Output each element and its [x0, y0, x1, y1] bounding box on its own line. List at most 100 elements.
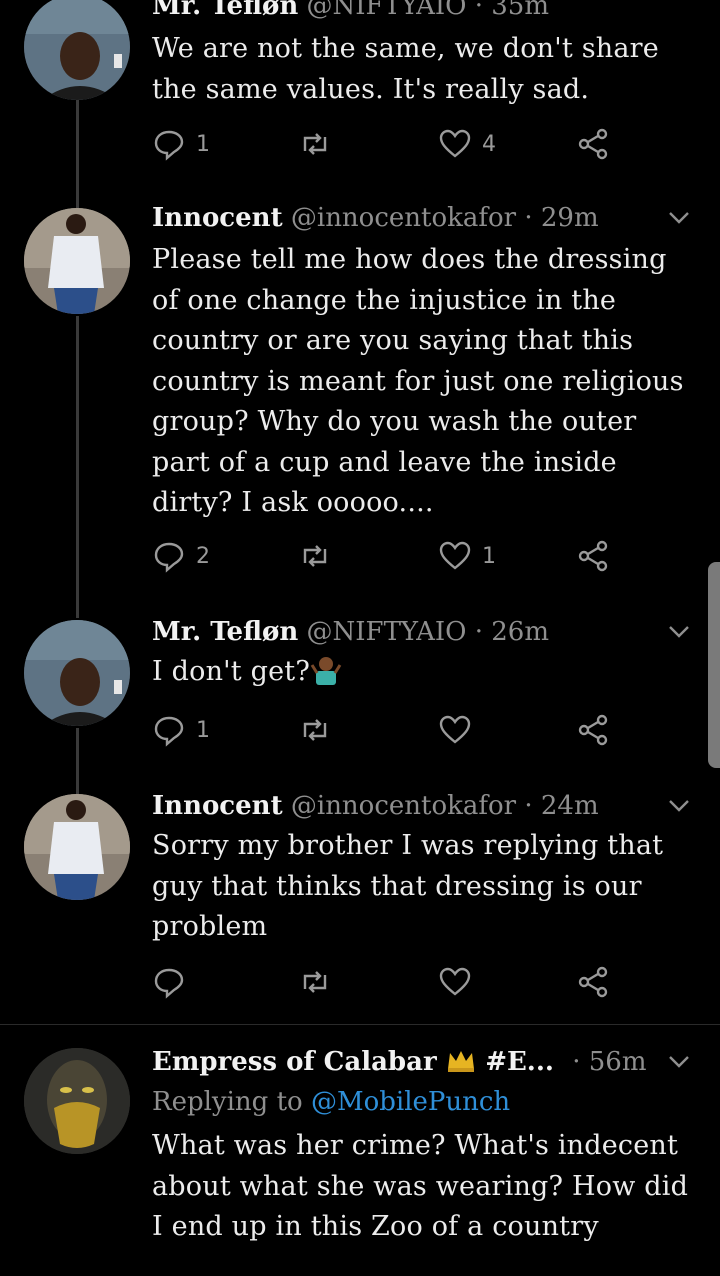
timestamp[interactable]: 35m	[491, 0, 549, 21]
more-options-button[interactable]	[666, 618, 692, 644]
reply-count: 1	[196, 131, 210, 157]
user-handle[interactable]: @innocentokafor	[291, 791, 516, 821]
mention-link[interactable]: @MobilePunch	[311, 1087, 510, 1117]
display-name[interactable]: Mr. Tefløn	[152, 0, 298, 21]
crown-emoji-icon	[447, 1051, 474, 1072]
avatar[interactable]	[24, 208, 130, 314]
heart-icon	[439, 541, 471, 570]
chevron-down-icon	[669, 212, 689, 224]
tweet-text-row: I don't get?	[152, 652, 692, 693]
chevron-down-icon	[669, 800, 689, 812]
tweet-divider	[0, 1024, 720, 1025]
more-options-button[interactable]	[666, 792, 692, 818]
reply-icon	[154, 716, 184, 747]
share-button[interactable]	[576, 962, 610, 1002]
reply-button[interactable]: 2	[152, 536, 210, 576]
more-options-button[interactable]	[666, 1048, 692, 1074]
tweet-header: Innocent @innocentokafor · 24m	[152, 788, 692, 824]
reply-button[interactable]: 1	[152, 124, 210, 164]
retweet-button[interactable]	[298, 710, 332, 750]
retweet-button[interactable]	[298, 962, 332, 1002]
avatar-masked-face-photo	[24, 1048, 130, 1154]
tweet-actions: 2 1	[152, 536, 622, 576]
reply-count: 2	[196, 543, 210, 569]
heart-icon	[439, 715, 471, 744]
reply-button[interactable]	[152, 962, 186, 1002]
retweet-icon	[303, 133, 327, 155]
display-name[interactable]: Innocent	[152, 203, 283, 233]
timestamp[interactable]: 29m	[541, 203, 599, 233]
tweet-text: What was her crime? What's indecent abou…	[152, 1130, 689, 1242]
retweet-button[interactable]	[298, 124, 342, 164]
tweet-text: Sorry my brother I was replying that guy…	[152, 830, 664, 942]
tweet[interactable]: Innocent @innocentokafor · 24m Sorry my …	[0, 788, 720, 1018]
display-name[interactable]: Mr. Tefløn	[152, 617, 298, 647]
avatar-man-photo	[24, 620, 130, 726]
tweet[interactable]: Innocent @innocentokafor · 29m Please te…	[0, 200, 720, 590]
display-name-suffix[interactable]: #E...	[485, 1047, 554, 1077]
display-name[interactable]: Empress of Calabar	[152, 1047, 437, 1077]
replying-to-line: Replying to @MobilePunch	[152, 1082, 692, 1122]
tweet-text: We are not the same, we don't share the …	[152, 33, 659, 105]
replying-to-label: Replying to	[152, 1087, 303, 1117]
like-button[interactable]	[438, 962, 472, 1002]
chevron-down-icon	[669, 1056, 689, 1068]
timestamp[interactable]: 56m	[589, 1047, 647, 1077]
share-button[interactable]	[576, 124, 610, 164]
tweet-header: Mr. Tefløn @NIFTYAIO · 35m	[152, 0, 692, 24]
retweet-icon	[303, 971, 327, 993]
avatar[interactable]	[24, 0, 130, 100]
avatar-man-standing-photo	[24, 208, 130, 314]
like-count: 1	[482, 543, 496, 569]
share-icon	[578, 966, 608, 998]
more-options-button[interactable]	[666, 204, 692, 230]
tweet-header: Mr. Tefløn @NIFTYAIO · 26m	[152, 614, 692, 650]
tweet[interactable]: Empress of Calabar #E... · 56m Replying …	[0, 1044, 720, 1276]
avatar-man-photo	[24, 0, 130, 100]
avatar[interactable]	[24, 794, 130, 900]
heart-icon	[439, 967, 471, 996]
share-icon	[578, 540, 608, 572]
timestamp[interactable]: 26m	[491, 617, 549, 647]
retweet-icon	[303, 545, 327, 567]
separator-dot: ·	[474, 0, 483, 21]
share-icon	[578, 128, 608, 160]
tweet-header: Innocent @innocentokafor · 29m	[152, 200, 692, 236]
avatar[interactable]	[24, 1048, 130, 1154]
tweet-thread-feed: Mr. Tefløn @NIFTYAIO · 35m We are not th…	[0, 0, 720, 1276]
heart-icon	[439, 129, 471, 158]
user-handle[interactable]: @NIFTYAIO	[307, 617, 467, 647]
user-handle[interactable]: @innocentokafor	[291, 203, 516, 233]
share-button[interactable]	[576, 710, 610, 750]
shrug-emoji-icon	[310, 657, 342, 685]
tweet-actions	[152, 962, 622, 1002]
reply-icon	[154, 542, 184, 573]
tweet-actions: 1	[152, 710, 622, 750]
tweet-text: I don't get?	[152, 656, 311, 687]
avatar-man-standing-photo	[24, 794, 130, 900]
reply-icon	[154, 968, 184, 999]
reply-button[interactable]: 1	[152, 710, 210, 750]
separator-dot: ·	[524, 203, 533, 233]
avatar[interactable]	[24, 620, 130, 726]
chevron-down-icon	[669, 626, 689, 638]
scrollbar-thumb[interactable]	[708, 562, 720, 768]
like-button[interactable]: 4	[438, 124, 496, 164]
tweet[interactable]: Mr. Tefløn @NIFTYAIO · 26m I don't get? …	[0, 614, 720, 764]
separator-dot: ·	[572, 1047, 581, 1077]
display-name[interactable]: Innocent	[152, 791, 283, 821]
tweet-text: Please tell me how does the dressing of …	[152, 244, 684, 518]
reply-icon	[154, 130, 184, 161]
share-icon	[578, 714, 608, 746]
like-button[interactable]	[438, 710, 472, 750]
tweet-actions: 1 4	[152, 124, 622, 164]
retweet-button[interactable]	[298, 536, 342, 576]
share-button[interactable]	[576, 536, 610, 576]
like-button[interactable]: 1	[438, 536, 496, 576]
timestamp[interactable]: 24m	[541, 791, 599, 821]
like-count: 4	[482, 131, 496, 157]
user-handle[interactable]: @NIFTYAIO	[307, 0, 467, 21]
separator-dot: ·	[474, 617, 483, 647]
separator-dot: ·	[524, 791, 533, 821]
tweet[interactable]: Mr. Tefløn @NIFTYAIO · 35m We are not th…	[0, 0, 720, 178]
